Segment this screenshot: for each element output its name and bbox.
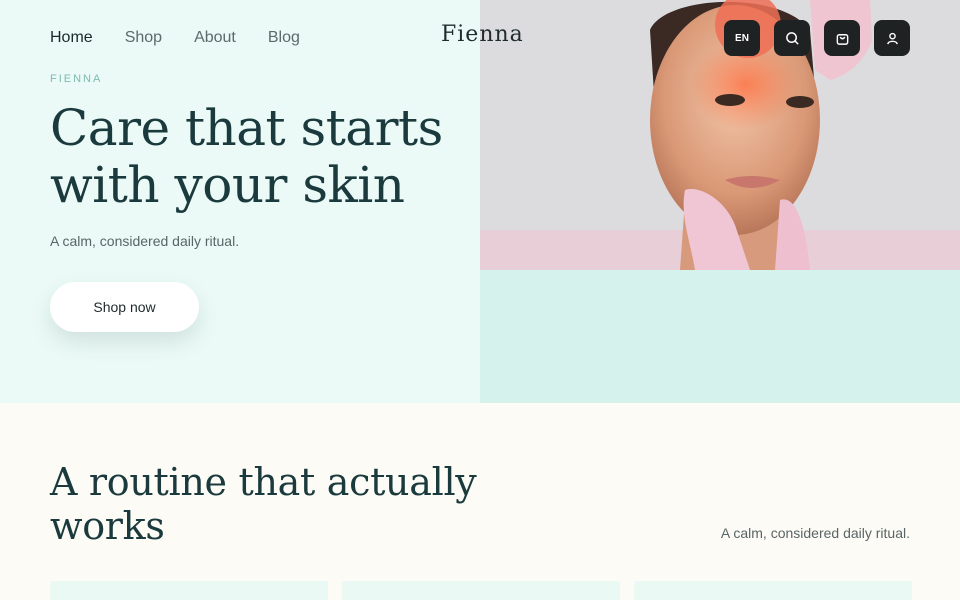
header-actions: EN: [724, 20, 910, 56]
nav-about-link[interactable]: About: [194, 29, 236, 47]
hero-section: Home Shop About Blog Fienna EN FIENNA Ca…: [0, 0, 960, 403]
brand-logo[interactable]: Fienna: [441, 22, 524, 47]
hero-title: Care that starts with your skin: [50, 99, 443, 214]
product-cards: [50, 581, 912, 600]
bag-icon: [836, 33, 848, 45]
search-button[interactable]: [774, 20, 810, 56]
hero-subtitle: A calm, considered daily ritual.: [50, 233, 240, 249]
language-button[interactable]: EN: [724, 20, 760, 56]
main-nav: Home Shop About Blog: [50, 29, 300, 47]
mint-color-block: [480, 270, 960, 403]
routine-subtitle: A calm, considered daily ritual.: [720, 525, 910, 541]
routine-title: A routine that actually works: [50, 460, 477, 548]
product-card[interactable]: [342, 581, 620, 600]
search-icon: [785, 31, 799, 45]
product-card[interactable]: [50, 581, 328, 600]
account-button[interactable]: [874, 20, 910, 56]
shop-now-button[interactable]: Shop now: [50, 282, 199, 332]
nav-blog-link[interactable]: Blog: [268, 29, 300, 47]
nav-shop-link[interactable]: Shop: [125, 29, 162, 47]
cart-button[interactable]: [824, 20, 860, 56]
nav-home-link[interactable]: Home: [50, 29, 93, 47]
hero-eyebrow: FIENNA: [50, 73, 103, 85]
user-icon: [886, 32, 898, 44]
product-card[interactable]: [634, 581, 912, 600]
